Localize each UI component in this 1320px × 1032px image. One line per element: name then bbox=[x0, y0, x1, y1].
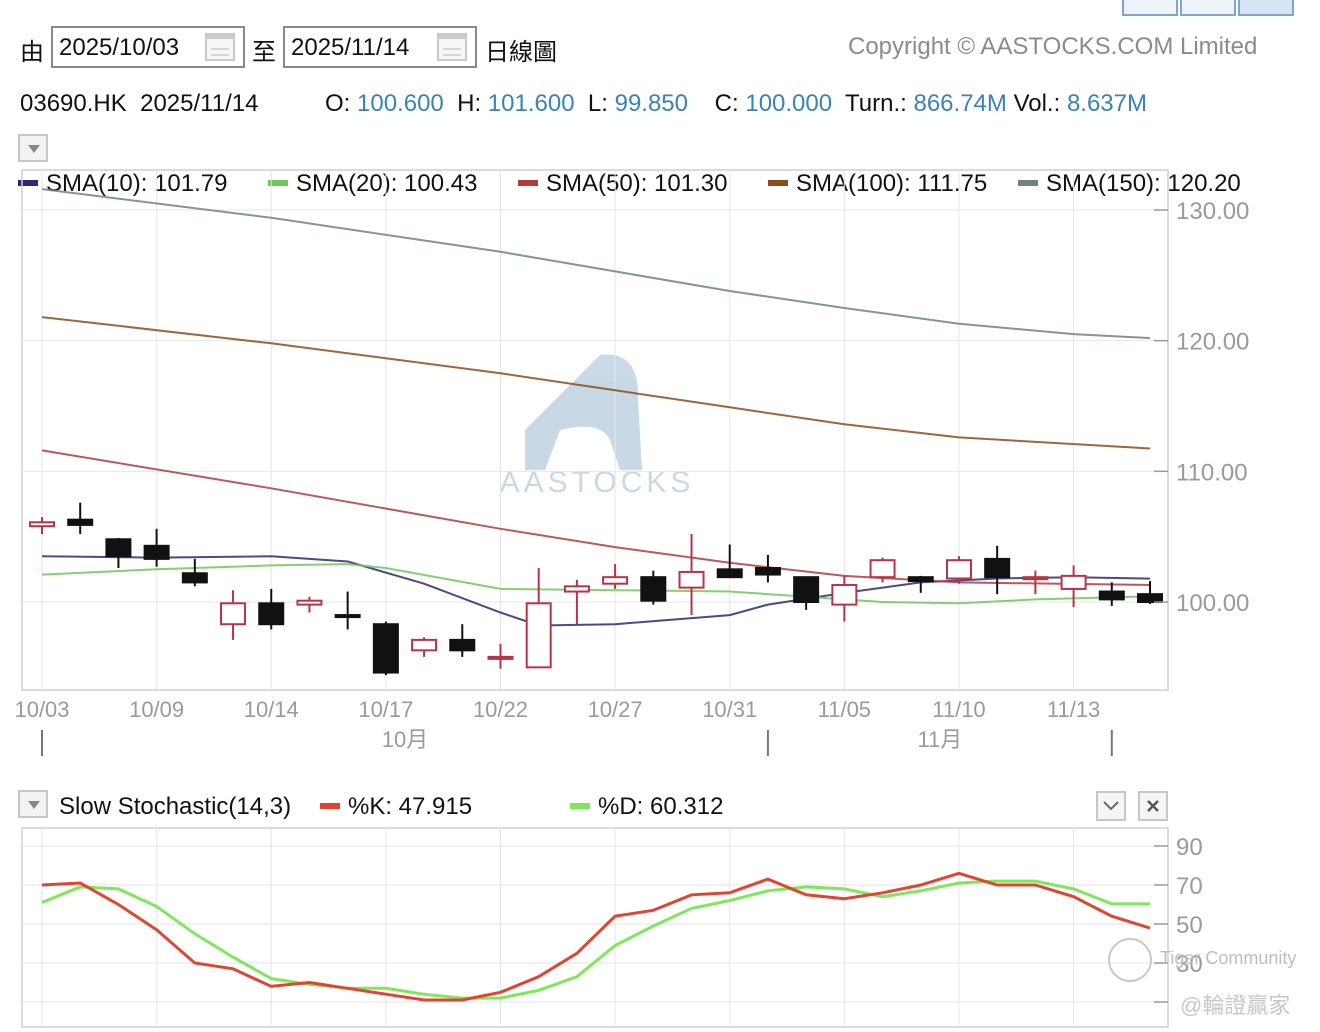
x-tick-label: 10/09 bbox=[129, 697, 184, 722]
candle-body bbox=[449, 638, 476, 652]
watermark-logo-shape bbox=[525, 354, 642, 470]
candle bbox=[449, 624, 476, 657]
candle-body bbox=[296, 599, 323, 606]
candle-body bbox=[525, 602, 552, 669]
legend-k: %K: 47.915 bbox=[320, 793, 472, 821]
candle-body bbox=[1137, 593, 1163, 603]
candle bbox=[105, 537, 132, 569]
candle bbox=[220, 590, 247, 640]
author-watermark: @輪證贏家 bbox=[1180, 993, 1291, 1018]
x-tick-label: 11/10 bbox=[932, 697, 985, 722]
candle bbox=[678, 534, 705, 616]
candle bbox=[487, 643, 514, 669]
y-tick-label: 50 bbox=[1176, 912, 1203, 939]
plot-frame bbox=[21, 169, 1169, 691]
candle-body bbox=[1060, 574, 1087, 590]
y-tick-label: 120.00 bbox=[1176, 329, 1249, 356]
candle-body bbox=[793, 576, 820, 604]
candle-body bbox=[602, 576, 629, 585]
x-icon bbox=[1147, 800, 1159, 812]
candle bbox=[372, 621, 399, 676]
candle bbox=[296, 596, 323, 613]
candle bbox=[793, 576, 820, 610]
y-tick-label: 130.00 bbox=[1176, 198, 1249, 225]
x-tick-label: 10/03 bbox=[14, 697, 69, 722]
x-tick-label: 10/27 bbox=[588, 697, 643, 722]
candle bbox=[334, 591, 361, 630]
candle bbox=[67, 502, 94, 535]
candle-body bbox=[869, 559, 896, 579]
candle-body bbox=[716, 568, 743, 579]
candle-body bbox=[754, 567, 781, 576]
candle bbox=[984, 545, 1011, 595]
candle bbox=[143, 528, 170, 567]
candle bbox=[29, 517, 55, 535]
community-watermark: Tiger Community bbox=[1160, 948, 1297, 968]
candle bbox=[602, 564, 629, 589]
x-tick-label: 10/22 bbox=[473, 697, 528, 722]
x-tick-label: 10/17 bbox=[358, 697, 413, 722]
candle-body bbox=[258, 602, 285, 626]
candle-body bbox=[181, 572, 208, 584]
legend-swatch bbox=[320, 802, 340, 809]
candle-body bbox=[945, 559, 972, 580]
candle bbox=[525, 568, 552, 669]
month-label: 10月 bbox=[382, 727, 428, 752]
candle-body bbox=[907, 576, 934, 583]
chevron-down-icon bbox=[1103, 801, 1119, 811]
candle-body bbox=[411, 638, 438, 652]
candle-body bbox=[984, 557, 1011, 579]
candle bbox=[258, 588, 285, 630]
candle-body bbox=[831, 584, 858, 606]
aastocks-watermark: AASTOCKS bbox=[500, 354, 690, 499]
stoch-k-line bbox=[41, 871, 1151, 1002]
collapse-icon[interactable] bbox=[1096, 791, 1126, 821]
x-tick-label: 10/31 bbox=[702, 697, 757, 722]
candle-body bbox=[1098, 590, 1125, 601]
candle bbox=[411, 637, 438, 657]
y-tick-label: 70 bbox=[1176, 873, 1203, 900]
candle bbox=[831, 575, 858, 622]
candle-body bbox=[372, 623, 399, 674]
candle-body bbox=[143, 544, 170, 560]
candle-body bbox=[29, 521, 55, 528]
close-icon[interactable] bbox=[1138, 791, 1168, 821]
candle-body bbox=[678, 570, 705, 589]
candle-body bbox=[67, 518, 94, 526]
candle-body bbox=[1022, 576, 1049, 581]
legend-d: %D: 60.312 bbox=[570, 793, 723, 821]
stoch-d-line bbox=[41, 879, 1150, 1000]
legend-swatch bbox=[570, 802, 590, 809]
month-label: 11月 bbox=[917, 727, 962, 752]
x-tick-label: 11/13 bbox=[1047, 697, 1100, 722]
tiger-logo-icon bbox=[1108, 938, 1152, 982]
candle-body bbox=[487, 655, 514, 660]
sma-line bbox=[41, 188, 1151, 340]
x-tick-label: 10/14 bbox=[244, 697, 299, 722]
candle-body bbox=[105, 538, 132, 558]
dropdown-icon[interactable] bbox=[18, 790, 48, 818]
candle bbox=[1060, 565, 1087, 608]
candle-body bbox=[334, 614, 361, 619]
price-chart[interactable]: AASTOCKS 10/03 10/09 10/14 10/17 10/22 10/27 1… bbox=[0, 0, 1320, 770]
candle bbox=[181, 558, 208, 587]
stochastic-chart[interactable]: 90705030 bbox=[0, 820, 1320, 1032]
x-tick-label: 11/05 bbox=[818, 697, 871, 722]
candle-body bbox=[563, 585, 590, 593]
y-tick-label: 90 bbox=[1176, 834, 1203, 861]
plot-frame bbox=[21, 827, 1169, 1028]
candle-body bbox=[220, 602, 247, 626]
candle bbox=[754, 554, 781, 583]
stoch-title: Slow Stochastic(14,3) bbox=[59, 793, 292, 820]
y-tick-label: 100.00 bbox=[1176, 590, 1249, 617]
candle bbox=[640, 570, 667, 605]
y-tick-label: 110.00 bbox=[1176, 459, 1248, 486]
candle-body bbox=[640, 576, 667, 602]
